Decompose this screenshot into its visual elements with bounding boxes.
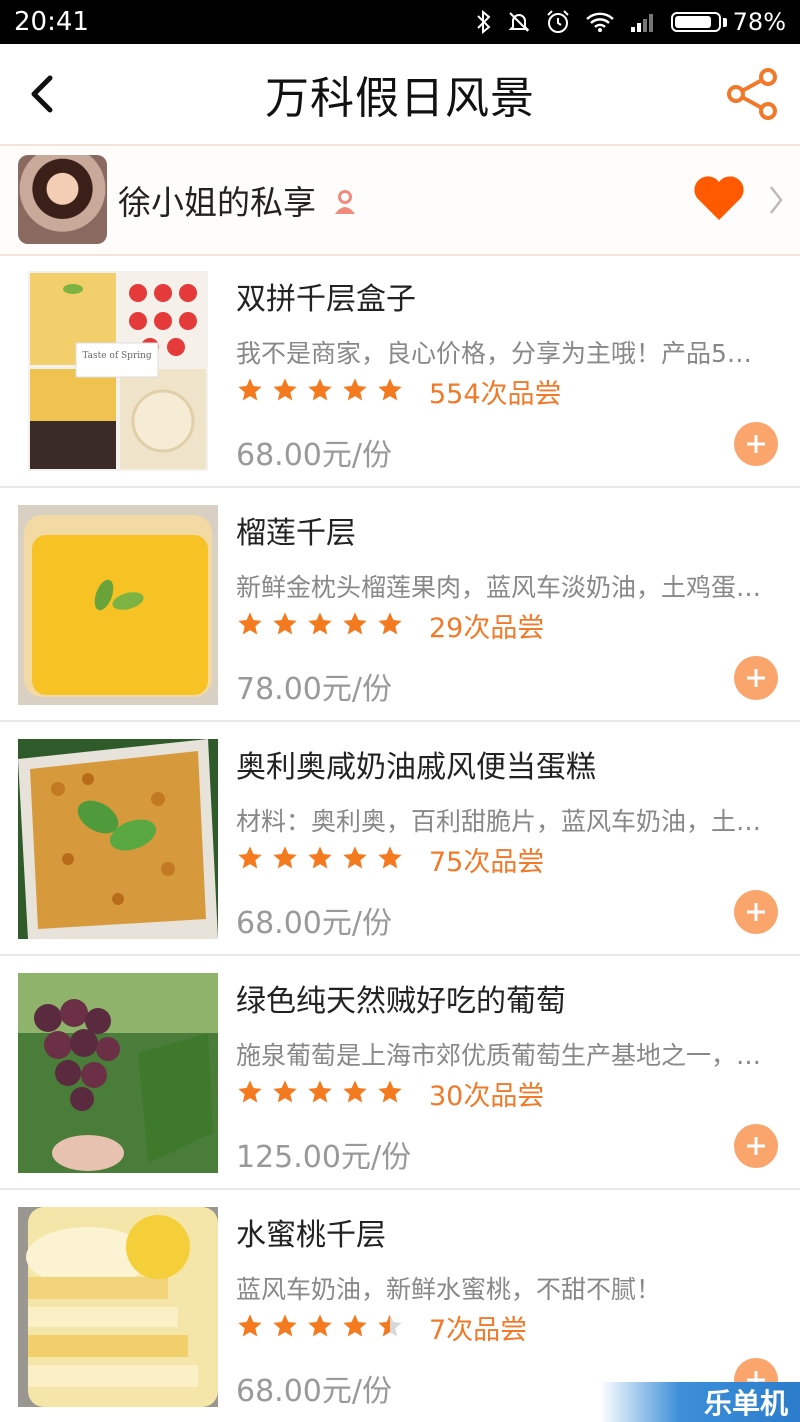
- star-icon: [308, 846, 332, 869]
- chevron-right-icon[interactable]: [768, 184, 784, 220]
- product-name[interactable]: 双拼千层盒子: [236, 274, 416, 318]
- product-image[interactable]: [18, 739, 218, 939]
- product-image[interactable]: [18, 1207, 218, 1407]
- plus-icon: [747, 669, 765, 687]
- back-arrow-icon[interactable]: [24, 74, 64, 114]
- thumb-caption: Taste of Spring: [82, 351, 152, 361]
- tried-count: 75次品尝: [429, 847, 545, 878]
- tried-count: 30次品尝: [429, 1081, 545, 1112]
- avatar[interactable]: [18, 155, 107, 244]
- star-icon: [273, 1080, 297, 1103]
- star-icon: [308, 1080, 332, 1103]
- product-price: 78.00元/份: [236, 672, 392, 707]
- alarm-icon: [545, 9, 571, 35]
- star-icon: [238, 612, 262, 635]
- product-price: 68.00元/份: [236, 438, 392, 473]
- star-icon: [343, 846, 367, 869]
- star-icon: [308, 378, 332, 401]
- star-icon: [238, 1080, 262, 1103]
- page-title: 万科假日风景: [265, 73, 535, 124]
- star-icon: [273, 1314, 297, 1337]
- plus-icon: [747, 903, 765, 921]
- star-icon: [343, 612, 367, 635]
- rating-stars: [236, 610, 404, 638]
- star-icon: [238, 1314, 262, 1337]
- list-item[interactable]: 榴莲千层 新鲜金枕头榴莲果肉，蓝风车淡奶油，土鸡蛋… 29次品尝 78.00元/…: [0, 488, 800, 722]
- rating-stars: [236, 844, 404, 872]
- list-item[interactable]: Taste of Spring 双拼千层盒子 我不是商家，良心价格，分享为主哦！…: [0, 254, 800, 488]
- star-icon: [343, 378, 367, 401]
- status-bar: 20:41 78%: [0, 0, 800, 44]
- product-image[interactable]: Taste of Spring: [28, 271, 208, 471]
- product-description: 蓝风车奶油，新鲜水蜜桃，不甜不腻！: [236, 1275, 662, 1304]
- plus-icon: [747, 435, 765, 453]
- star-icon: [238, 846, 262, 869]
- wifi-icon: [585, 11, 615, 33]
- battery-icon: 78%: [670, 8, 786, 36]
- star-icon: [343, 1314, 367, 1337]
- product-image[interactable]: [18, 505, 218, 705]
- add-button[interactable]: [734, 422, 778, 466]
- star-icon: [343, 1080, 367, 1103]
- star-icon: [308, 1314, 332, 1337]
- product-price: 68.00元/份: [236, 906, 392, 941]
- product-description: 材料：奥利奥，百利甜脆片，蓝风车奶油，土…: [236, 807, 762, 836]
- half-star-icon: [378, 1314, 402, 1337]
- rating-stars: [236, 1312, 404, 1340]
- list-item[interactable]: 奥利奥咸奶油戚风便当蛋糕 材料：奥利奥，百利甜脆片，蓝风车奶油，土… 75次品尝…: [0, 722, 800, 956]
- star-icon: [378, 1080, 402, 1103]
- star-icon: [273, 612, 297, 635]
- author-name: 徐小姐的私享: [118, 183, 316, 222]
- watermark-text: 乐单机: [703, 1387, 788, 1420]
- product-list: Taste of Spring 双拼千层盒子 我不是商家，良心价格，分享为主哦！…: [0, 254, 800, 1422]
- product-description: 施泉葡萄是上海市郊优质葡萄生产基地之一，…: [236, 1041, 762, 1070]
- product-name[interactable]: 绿色纯天然贼好吃的葡萄: [236, 976, 566, 1020]
- product-name[interactable]: 水蜜桃千层: [236, 1210, 386, 1254]
- product-image[interactable]: [18, 973, 218, 1173]
- add-button[interactable]: [734, 890, 778, 934]
- mute-icon: [507, 10, 531, 34]
- star-icon: [273, 378, 297, 401]
- rating-stars: [236, 1078, 404, 1106]
- product-name[interactable]: 榴莲千层: [236, 508, 356, 552]
- product-description: 我不是商家，良心价格，分享为主哦！产品5…: [236, 339, 752, 368]
- product-description: 新鲜金枕头榴莲果肉，蓝风车淡奶油，土鸡蛋…: [236, 573, 762, 602]
- star-icon: [378, 378, 402, 401]
- app-bar: 万科假日风景: [0, 44, 800, 146]
- star-icon: [308, 612, 332, 635]
- rating-stars: [236, 376, 404, 404]
- product-name[interactable]: 奥利奥咸奶油戚风便当蛋糕: [236, 742, 596, 786]
- product-price: 68.00元/份: [236, 1374, 392, 1409]
- tried-count: 29次品尝: [429, 613, 545, 644]
- product-price: 125.00元/份: [236, 1140, 412, 1175]
- plus-icon: [747, 1137, 765, 1155]
- battery-percent: 78%: [732, 8, 786, 36]
- author-row[interactable]: 徐小姐的私享: [0, 146, 800, 256]
- watermark: 乐单机: [600, 1382, 800, 1422]
- heart-icon[interactable]: [692, 174, 746, 226]
- star-icon: [378, 612, 402, 635]
- add-button[interactable]: [734, 656, 778, 700]
- star-icon: [378, 846, 402, 869]
- list-item[interactable]: 绿色纯天然贼好吃的葡萄 施泉葡萄是上海市郊优质葡萄生产基地之一，… 30次品尝 …: [0, 956, 800, 1190]
- female-user-icon: [333, 185, 357, 224]
- tried-count: 7次品尝: [429, 1315, 528, 1346]
- signal-icon: [629, 11, 657, 33]
- star-icon: [273, 846, 297, 869]
- add-button[interactable]: [734, 1124, 778, 1168]
- tried-count: 554次品尝: [429, 379, 562, 410]
- status-time: 20:41: [14, 7, 89, 37]
- share-icon[interactable]: [724, 66, 780, 122]
- star-icon: [238, 378, 262, 401]
- bluetooth-icon: [475, 10, 493, 34]
